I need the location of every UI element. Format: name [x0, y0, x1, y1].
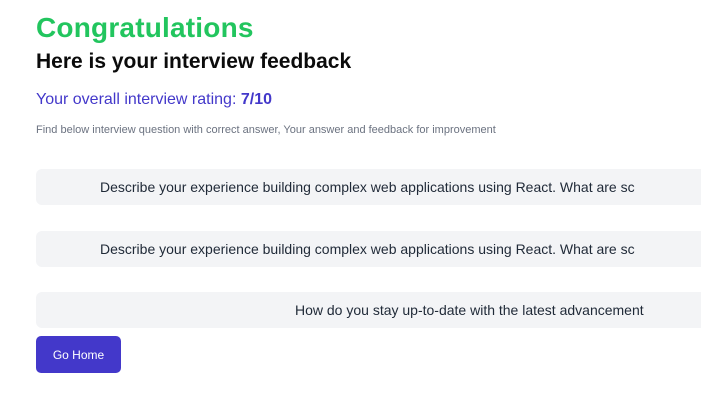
page-subtitle: Here is your interview feedback [36, 50, 352, 73]
question-collapsible-2[interactable]: Describe your experience building comple… [36, 231, 701, 267]
question-collapsible-3[interactable]: How do you stay up-to-date with the late… [36, 292, 701, 328]
rating-label: Your overall interview rating: [36, 91, 237, 108]
question-text: Describe your experience building comple… [100, 179, 635, 195]
page-title: Congratulations [36, 12, 254, 43]
feedback-page: Congratulations Here is your interview f… [0, 0, 701, 405]
question-text: How do you stay up-to-date with the late… [295, 302, 644, 318]
instructions-text: Find below interview question with corre… [36, 124, 496, 136]
question-collapsible-1[interactable]: Describe your experience building comple… [36, 169, 701, 205]
overall-rating: Your overall interview rating: 7/10 [36, 91, 272, 109]
go-home-button[interactable]: Go Home [36, 336, 121, 373]
question-text: Describe your experience building comple… [100, 241, 635, 257]
rating-value: 7/10 [240, 91, 272, 108]
